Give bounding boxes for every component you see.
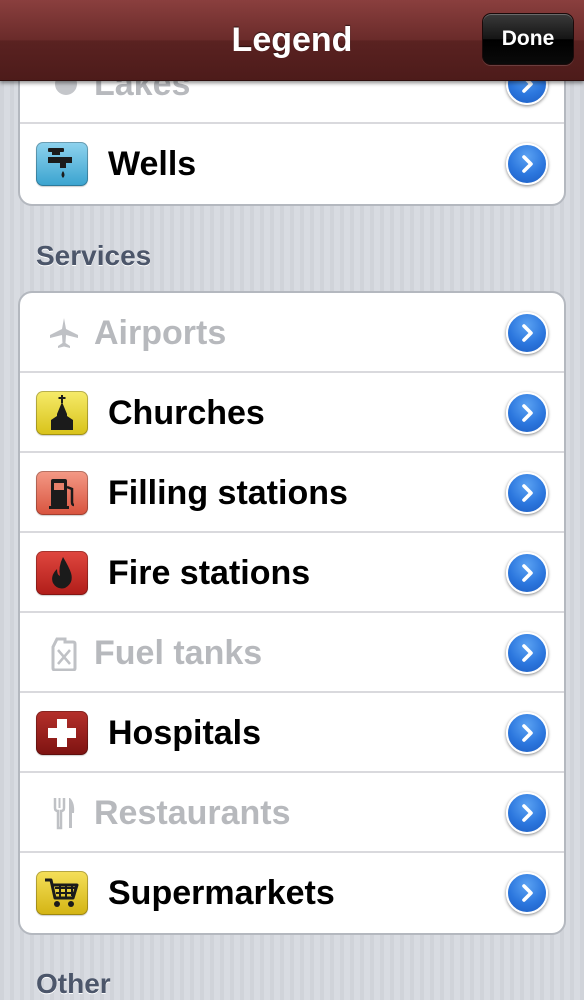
disclosure-chevron-icon[interactable] — [506, 392, 548, 434]
list-item-fire-stations[interactable]: Fire stations — [20, 533, 564, 613]
disclosure-chevron-icon[interactable] — [506, 872, 548, 914]
services-group: Airports Churches Filling stations Fire … — [18, 291, 566, 935]
list-item-supermarkets[interactable]: Supermarkets — [20, 853, 564, 933]
list-item-label: Wells — [108, 145, 197, 183]
list-item-wells[interactable]: Wells — [20, 124, 564, 204]
disclosure-chevron-icon[interactable] — [506, 792, 548, 834]
disclosure-chevron-icon[interactable] — [506, 632, 548, 674]
list-item-label: Churches — [108, 394, 265, 432]
list-item-filling-stations[interactable]: Filling stations — [20, 453, 564, 533]
list-item-label: Airports — [94, 314, 227, 352]
list-item-fuel-tanks[interactable]: Fuel tanks — [20, 613, 564, 693]
disclosure-chevron-icon[interactable] — [506, 312, 548, 354]
water-tap-icon — [36, 142, 88, 186]
disclosure-chevron-icon[interactable] — [506, 552, 548, 594]
disclosure-chevron-icon[interactable] — [506, 712, 548, 754]
list-item-label: Fuel tanks — [94, 634, 263, 672]
list-item-label: Supermarkets — [108, 874, 335, 912]
hospital-cross-icon — [36, 711, 88, 755]
fork-knife-icon — [38, 791, 90, 835]
list-item-restaurants[interactable]: Restaurants — [20, 773, 564, 853]
disclosure-chevron-icon[interactable] — [506, 143, 548, 185]
church-icon — [36, 391, 88, 435]
section-header-services: Services — [36, 240, 152, 271]
airplane-icon — [38, 311, 90, 355]
done-button[interactable]: Done — [482, 13, 574, 65]
disclosure-chevron-icon[interactable] — [506, 472, 548, 514]
list-item-label: Filling stations — [108, 474, 348, 512]
shopping-cart-icon — [36, 871, 88, 915]
list-item-airports[interactable]: Airports — [20, 293, 564, 373]
list-item-label: Hospitals — [108, 714, 262, 752]
section-header-other: Other — [36, 968, 111, 999]
jerrycan-icon — [38, 631, 90, 675]
legend-list[interactable]: Lakes Wells Services Airports Churches F… — [0, 0, 584, 1000]
list-item-hospitals[interactable]: Hospitals — [20, 693, 564, 773]
list-item-label: Fire stations — [108, 554, 311, 592]
list-item-label: Restaurants — [94, 794, 291, 832]
list-item-churches[interactable]: Churches — [20, 373, 564, 453]
fuel-pump-icon — [36, 471, 88, 515]
flame-icon — [36, 551, 88, 595]
navigation-bar: Legend Done — [0, 0, 584, 81]
